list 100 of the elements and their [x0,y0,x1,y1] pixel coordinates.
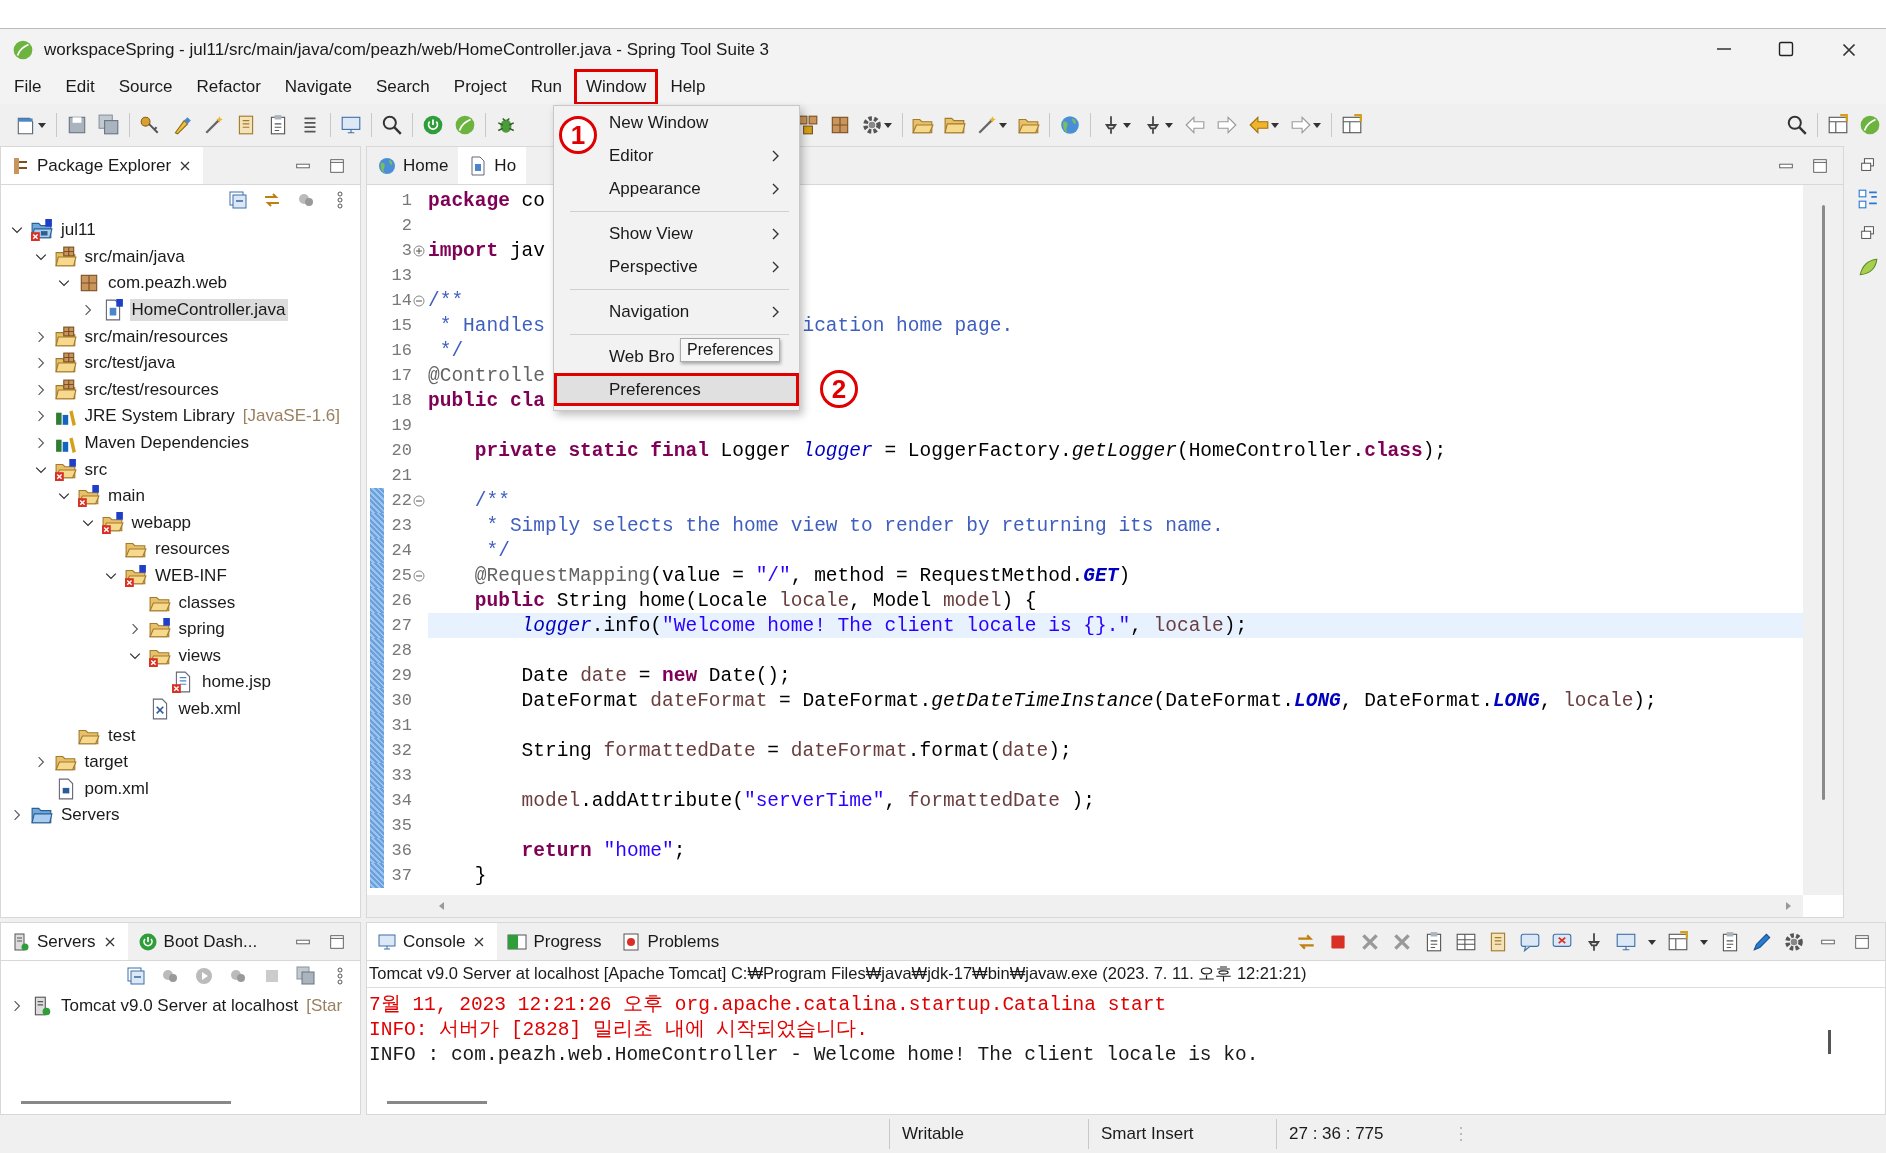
tree-item[interactable]: src/main/resources [82,325,231,348]
scrollbar-thumb[interactable] [1821,205,1825,800]
collapse-all-icon[interactable] [126,966,146,986]
scroll-left-icon[interactable] [437,900,447,912]
tree-item[interactable]: classes [176,591,238,614]
tree-item[interactable]: JRE System Library [82,405,237,428]
leaf-icon[interactable] [1859,114,1881,136]
wand-icon[interactable] [203,114,225,136]
code-line: private static final Logger logger = LoggerFactory.getLogger(HomeController.class); [474,439,1447,462]
view-tab[interactable]: Boot Dash... [127,923,268,960]
tree-item[interactable]: src/test/java [82,352,178,375]
tree-item[interactable]: webapp [129,511,194,534]
line-number: 16 [390,341,412,360]
tree-item[interactable]: main [106,485,147,508]
boxes-icon[interactable] [797,114,819,136]
menu-item[interactable]: New Window [609,112,780,133]
window-icon[interactable] [1667,930,1689,953]
tree-item[interactable]: web.xml [176,698,243,720]
perspective-icon[interactable] [1827,114,1849,136]
tree-item[interactable]: views [176,644,223,667]
line-number: 18 [390,391,412,410]
expand-icon[interactable] [413,244,425,257]
line-number: 3 [400,241,412,260]
tree-item[interactable]: resources [153,538,232,561]
line-number: 37 [390,866,412,885]
tree-item[interactable]: com.peazh.web [106,272,230,295]
collapse-icon[interactable] [413,494,425,507]
scroll-right-icon[interactable] [1783,900,1793,912]
tree-item[interactable]: Tomcat v9.0 Server at localhost [59,995,301,1018]
line-number: 29 [390,666,412,685]
window-icon[interactable] [1341,114,1363,136]
save-icon[interactable] [66,114,88,136]
menu-item[interactable]: Navigate [272,69,364,105]
menu-item[interactable]: Perspective [609,256,770,277]
search-icon[interactable] [1786,114,1808,136]
view-tab[interactable]: Console [367,923,498,960]
tree-item[interactable]: spring [176,618,227,641]
menu-item[interactable]: Refactor [184,69,273,105]
globe-icon [377,155,397,176]
restore-icon[interactable] [1858,156,1877,174]
grip-icon[interactable] [1459,1125,1463,1143]
leaf-icon[interactable] [454,114,476,136]
view-tab[interactable]: Progress [497,923,612,960]
tree-item[interactable]: jul11 [59,219,98,242]
publish-icon[interactable] [296,966,316,986]
tree-item[interactable]: HomeController.java [129,299,288,322]
code-line: } [474,864,487,887]
menu-item[interactable]: Source [106,69,185,105]
tree-decoration: [JavaSE-1.6] [242,406,341,427]
key-icon[interactable] [139,114,161,136]
collapse-icon[interactable] [413,294,425,307]
scrollbar-thumb[interactable] [21,1101,231,1104]
restore-icon[interactable] [1858,224,1877,242]
line-number: 30 [390,691,412,710]
code-line: import jav [428,239,546,262]
wand-icon[interactable] [976,114,998,136]
line-number: 17 [390,366,412,385]
code-line: logger.info("Welcome home! The client locale is {}.", locale); [521,614,1248,637]
tree-item[interactable]: Maven Dependencies [82,432,251,455]
view-tab[interactable]: Package Explorer [1,147,204,184]
package-icon[interactable] [829,114,851,136]
view-tab[interactable]: Ho [458,147,527,184]
save-all-icon[interactable] [98,114,120,136]
tree-item[interactable]: src [82,458,110,481]
menu-item[interactable]: File [2,69,54,105]
tree-item[interactable]: home.jsp [200,671,273,694]
menu-item[interactable]: Navigation [609,301,770,322]
menu-item[interactable]: Help [658,69,718,105]
menu-item[interactable]: Show View [609,223,770,244]
scrollbar-thumb[interactable] [1828,1030,1831,1054]
tree-item[interactable]: WEB-INF [153,565,229,587]
menu-item[interactable]: Appearance [609,178,770,199]
menu-item[interactable]: Search [363,69,442,105]
tree-item[interactable]: src/main/java [82,245,187,268]
outline-icon[interactable] [1856,188,1879,210]
power-icon[interactable] [422,114,444,136]
globe-icon[interactable] [1059,114,1081,136]
collapse-icon[interactable] [413,569,425,582]
tree-item[interactable]: Servers [59,804,122,827]
collapse-all-icon[interactable] [228,190,248,210]
tree-item[interactable]: test [106,724,138,747]
menu-item[interactable]: Run [518,69,574,105]
tree-item[interactable]: src/test/resources [82,378,221,401]
view-tab[interactable]: Servers [1,923,128,960]
search-icon[interactable] [381,114,403,136]
tree-item[interactable]: target [82,751,130,774]
view-tab[interactable]: Problems [611,923,730,960]
menu-item[interactable]: Edit [53,69,107,105]
menu-item[interactable]: Project [441,69,519,105]
tree-item[interactable]: pom.xml [82,777,151,800]
scrollbar-thumb[interactable] [387,1101,487,1104]
menu-item[interactable]: Editor [609,145,770,166]
pencil-icon[interactable] [1751,930,1773,953]
arrow-left-icon[interactable] [1184,114,1206,136]
view-tab[interactable]: Home [367,147,459,184]
menu-item[interactable]: Preferences [609,379,780,400]
arrow-right-icon[interactable] [1216,114,1238,136]
console-title: Tomcat v9.0 Server at localhost [Apache Tomcat] C:₩Program Files₩java₩jdk-17₩bin₩javaw.exe (2023. 7. 11. 오후 12:21:21) [367,961,1885,988]
monitor-icon[interactable] [340,114,362,136]
app-logo-icon [12,38,34,61]
